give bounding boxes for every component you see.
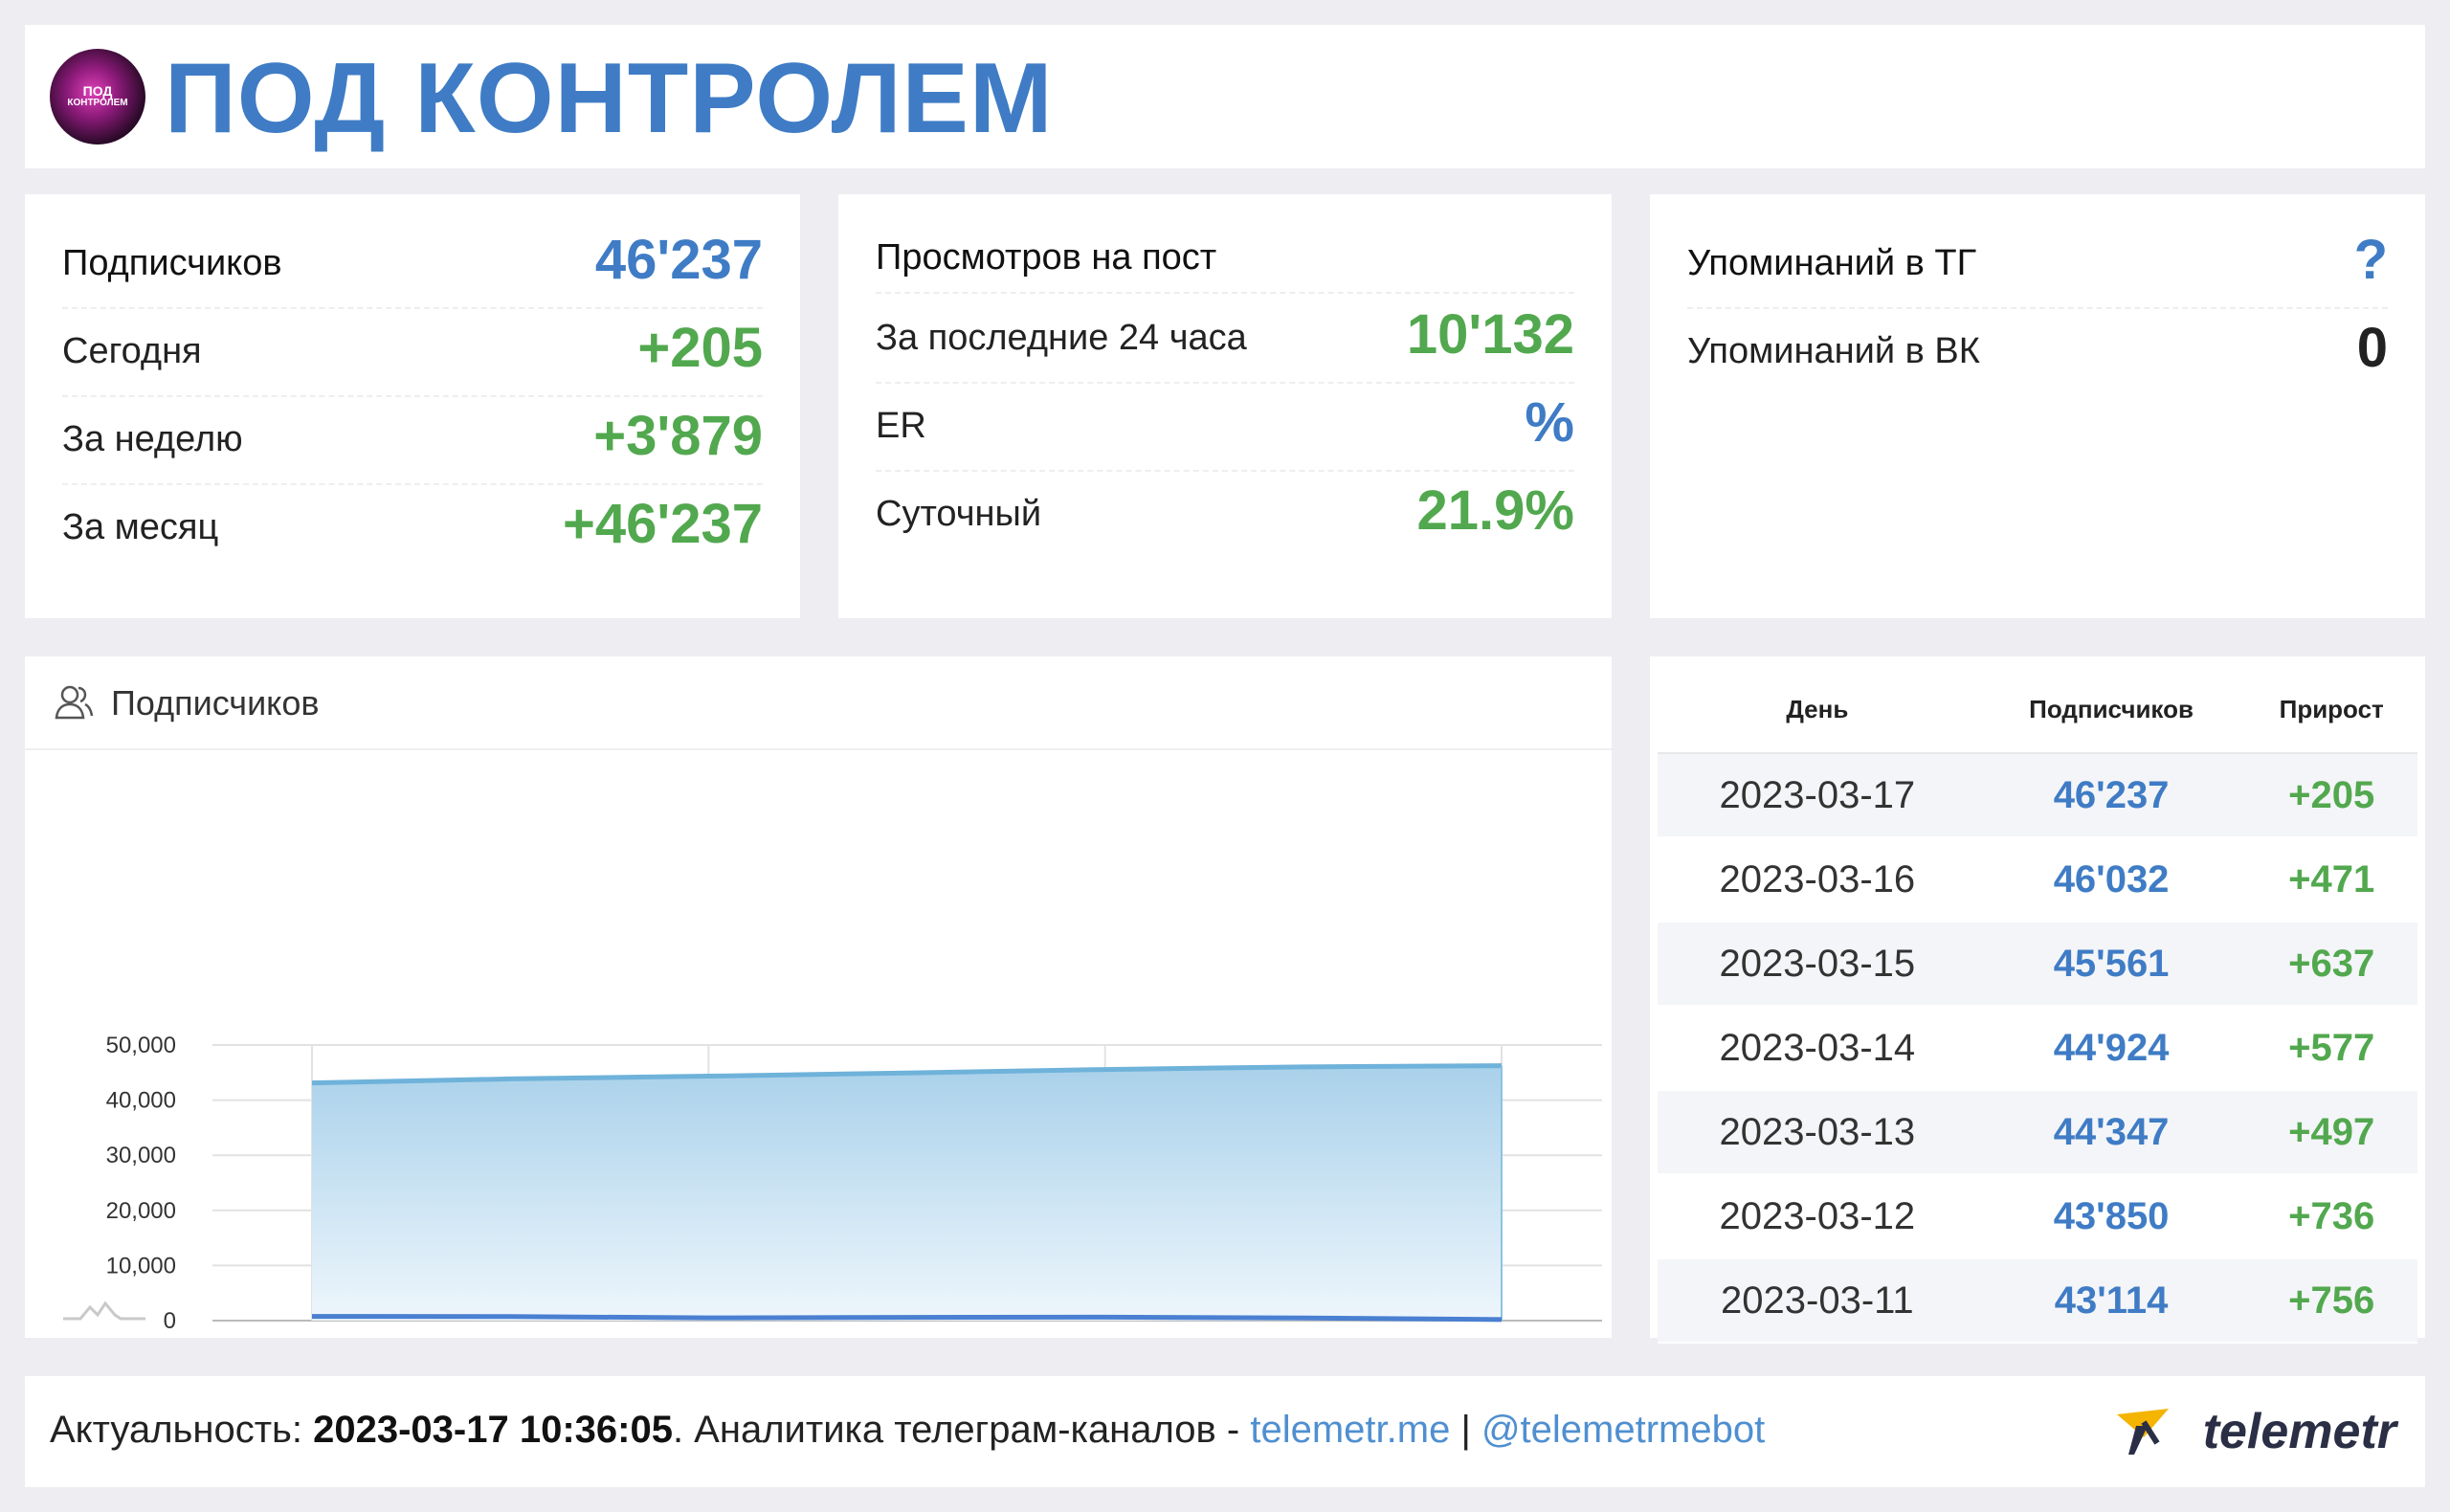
stat-label: Упоминаний в ВК — [1687, 331, 1980, 371]
stat-row-tg-mentions: Упоминаний в ТГ ? — [1687, 219, 2388, 309]
stat-value: % — [1525, 391, 1574, 454]
column-header-subscribers: Подписчиков — [1976, 666, 2246, 754]
stat-label: За месяц — [62, 507, 219, 547]
stat-label: Упоминаний в ТГ — [1687, 243, 1977, 283]
subscribers-chart-card: Подписчиков 0 10,000 20,000 30,000 40,000 50,… — [25, 656, 1612, 1338]
table-row: 2023-03-12 43'850 +736 — [1658, 1174, 2417, 1259]
chart-title: Подписчиков — [111, 683, 320, 723]
cell-subscribers: 45'561 — [1976, 922, 2246, 1007]
stat-value: +205 — [637, 317, 763, 379]
stat-row-month: За месяц +46'237 — [62, 483, 763, 571]
cell-growth: +471 — [2245, 837, 2417, 923]
footer-text: Актуальность: 2023-03-17 10:36:05. Анали… — [50, 1409, 1765, 1452]
table-row: 2023-03-15 45'561 +637 — [1658, 922, 2417, 1007]
cell-growth: +497 — [2245, 1090, 2417, 1175]
stat-value: +3'879 — [593, 405, 763, 467]
y-tick-label: 0 — [164, 1308, 176, 1334]
cell-day: 2023-03-12 — [1658, 1174, 1977, 1259]
telemetr-logo-icon — [2117, 1409, 2169, 1455]
stat-row-vk-mentions: Упоминаний в ВК 0 — [1687, 307, 2388, 395]
telemetr-logo[interactable]: telemetr — [2117, 1401, 2396, 1462]
stat-value: 21.9% — [1416, 479, 1574, 542]
cell-day: 2023-03-15 — [1658, 922, 1977, 1007]
telemetr-brand-text: telemetr — [2202, 1404, 2396, 1459]
stat-label: Сегодня — [62, 331, 202, 371]
actuality-timestamp: 2023-03-17 10:36:05 — [313, 1409, 673, 1451]
daily-growth-table: День Подписчиков Прирост 2023-03-17 46'2… — [1658, 666, 2417, 1344]
stat-row-last-24h: За последние 24 часа 10'132 — [876, 294, 1574, 384]
views-card-title-row: Просмотров на пост — [876, 206, 1574, 294]
avatar-text-line1: ПОД — [82, 83, 113, 99]
cell-subscribers: 44'347 — [1976, 1090, 2246, 1175]
subscribers-area-chart[interactable]: 010,00020,00030,00040,00050,0002023-03-1… — [25, 748, 1612, 1338]
avatar-text-line2: КОНТРОЛЕМ — [67, 98, 128, 108]
cell-growth: +637 — [2245, 922, 2417, 1007]
table-row: 2023-03-11 43'114 +756 — [1658, 1258, 2417, 1344]
cell-growth: +577 — [2245, 1006, 2417, 1091]
cell-day: 2023-03-14 — [1658, 1006, 1977, 1091]
cell-day: 2023-03-13 — [1658, 1090, 1977, 1175]
cell-subscribers: 46'237 — [1976, 753, 2246, 838]
cell-day: 2023-03-16 — [1658, 837, 1977, 923]
y-tick-label: 40,000 — [106, 1088, 176, 1114]
subscribers-area-fill — [312, 1065, 1502, 1321]
stat-value: 10'132 — [1406, 303, 1574, 366]
stat-row-daily-er: Суточный 21.9% — [876, 470, 1574, 558]
stat-label: За неделю — [62, 419, 243, 459]
stat-value[interactable]: ? — [2354, 228, 2388, 292]
column-header-growth: Прирост — [2245, 666, 2417, 754]
mentions-card: Упоминаний в ТГ ? Упоминаний в ВК 0 — [1650, 194, 2425, 618]
table-row: 2023-03-17 46'237 +205 — [1658, 753, 2417, 838]
stat-row-subscribers: Подписчиков 46'237 — [62, 219, 763, 309]
stat-value: +46'237 — [563, 493, 763, 555]
chart-mini-logo — [63, 1301, 145, 1321]
table-row: 2023-03-16 46'032 +471 — [1658, 837, 2417, 923]
stat-row-today: Сегодня +205 — [62, 307, 763, 397]
telemetr-site-link[interactable]: telemetr.me — [1250, 1409, 1450, 1451]
actuality-label: Актуальность: — [50, 1409, 314, 1451]
channel-header: ПОД КОНТРОЛЕМ ПОД КОНТРОЛЕМ — [25, 25, 2425, 168]
stat-label: За последние 24 часа — [876, 318, 1247, 358]
channel-avatar: ПОД КОНТРОЛЕМ — [50, 49, 145, 145]
stat-row-week: За неделю +3'879 — [62, 395, 763, 485]
subscribers-card: Подписчиков 46'237 Сегодня +205 За недел… — [25, 194, 800, 618]
stat-value: 0 — [2356, 317, 2388, 379]
footer-description: . Аналитика телеграм-каналов - — [672, 1409, 1251, 1451]
y-tick-label: 30,000 — [106, 1143, 176, 1168]
channel-title: ПОД КОНТРОЛЕМ — [165, 43, 1054, 154]
cell-day: 2023-03-17 — [1658, 753, 1977, 838]
page-footer: Актуальность: 2023-03-17 10:36:05. Анали… — [25, 1376, 2425, 1487]
y-tick-label: 10,000 — [106, 1253, 176, 1279]
table-row: 2023-03-13 44'347 +497 — [1658, 1090, 2417, 1175]
cell-subscribers: 46'032 — [1976, 837, 2246, 923]
daily-growth-table-card: День Подписчиков Прирост 2023-03-17 46'2… — [1650, 656, 2425, 1344]
cell-growth: +736 — [2245, 1174, 2417, 1259]
column-header-day: День — [1658, 666, 1977, 754]
stat-row-er: ER % — [876, 382, 1574, 472]
cell-subscribers: 44'924 — [1976, 1006, 2246, 1091]
stat-label: Подписчиков — [62, 243, 282, 283]
telemetr-bot-link[interactable]: @telemetrmebot — [1481, 1409, 1765, 1451]
stat-value: 46'237 — [594, 229, 763, 291]
cell-subscribers: 43'114 — [1976, 1258, 2246, 1344]
cell-growth: +205 — [2245, 753, 2417, 838]
cell-subscribers: 43'850 — [1976, 1174, 2246, 1259]
table-row: 2023-03-14 44'924 +577 — [1658, 1006, 2417, 1091]
y-tick-label: 50,000 — [106, 1033, 176, 1058]
users-icon — [55, 685, 94, 720]
stat-label: ER — [876, 406, 926, 446]
chart-header: Подписчиков — [25, 656, 1612, 750]
footer-separator: | — [1450, 1409, 1481, 1451]
cell-day: 2023-03-11 — [1658, 1258, 1977, 1344]
table-header-row: День Подписчиков Прирост — [1658, 666, 2417, 754]
views-card-title: Просмотров на пост — [876, 237, 1217, 278]
views-card: Просмотров на пост За последние 24 часа … — [838, 194, 1612, 618]
stat-label: Суточный — [876, 494, 1042, 534]
y-tick-label: 20,000 — [106, 1198, 176, 1224]
cell-growth: +756 — [2245, 1258, 2417, 1344]
